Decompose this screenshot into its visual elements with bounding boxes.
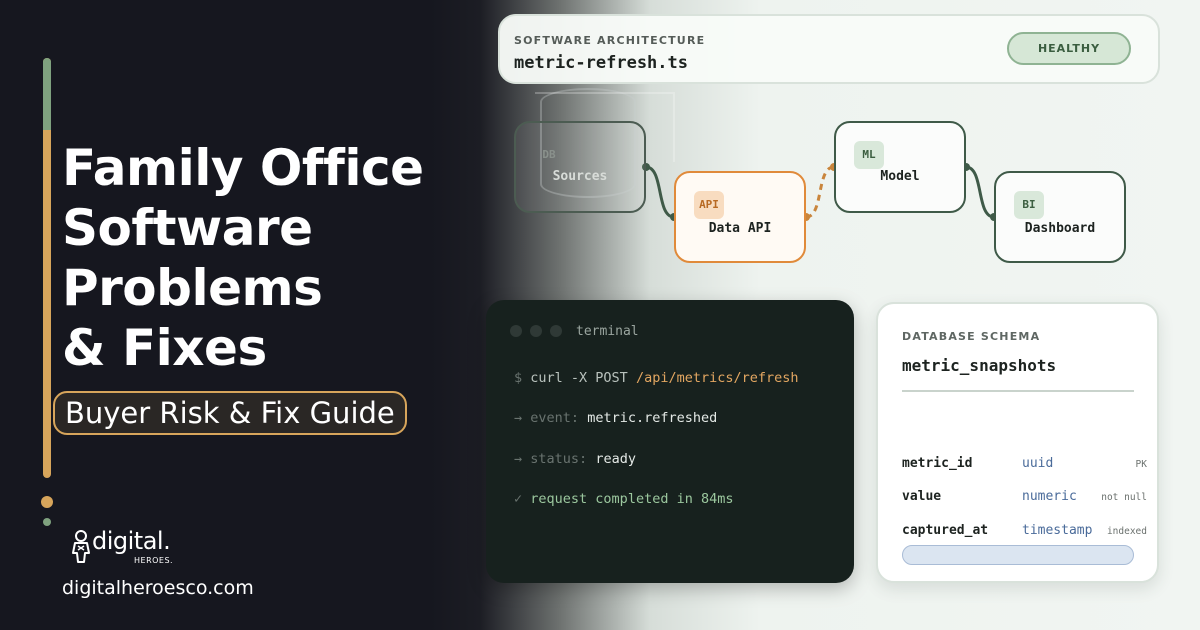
pipeline-node-dashboard[interactable]: BI Dashboard	[994, 171, 1126, 263]
node-tag: DB	[542, 148, 556, 161]
website-url[interactable]: digitalheroesco.com	[62, 576, 254, 600]
logo-subtext: HEROES.	[134, 556, 174, 565]
column-name: captured_at	[902, 523, 989, 538]
terminal-success: request completed in 84ms	[530, 491, 734, 507]
hero-figure-icon	[72, 530, 90, 563]
terminal-endpoint: /api/metrics/refresh	[635, 370, 799, 386]
terminal-title: terminal	[576, 324, 639, 339]
schema-kicker: DATABASE SCHEMA	[902, 330, 1041, 343]
status-badge: HEALTHY	[1007, 32, 1131, 65]
decor-dot-orange	[41, 496, 53, 508]
window-dot-icon	[530, 325, 542, 337]
brand-logo[interactable]: digital. HEROES.	[70, 526, 190, 568]
guide-badge: Buyer Risk & Fix Guide	[53, 391, 407, 435]
schema-row: metric_id uuid PK	[902, 456, 1147, 478]
terminal-value: ready	[595, 451, 636, 467]
node-tag: API	[694, 191, 724, 219]
terminal-line: $ curl -X POST /api/metrics/refresh	[514, 370, 799, 386]
window-dot-icon	[550, 325, 562, 337]
schema-highlight-bar	[902, 545, 1134, 565]
header-kicker: SOFTWARE ARCHITECTURE	[514, 34, 706, 47]
architecture-header-card: SOFTWARE ARCHITECTURE metric-refresh.ts …	[498, 14, 1160, 84]
hero-title-line: Family Office	[62, 139, 424, 197]
pipeline-node-sources[interactable]: DB Sources	[514, 121, 646, 213]
column-constraint: indexed	[1106, 526, 1147, 537]
database-schema-card: DATABASE SCHEMA metric_snapshots metric_…	[876, 302, 1159, 583]
decor-dot-green	[43, 518, 51, 526]
column-name: value	[902, 489, 942, 504]
terminal-command: curl -X POST	[530, 370, 628, 386]
terminal-window: terminal $ curl -X POST /api/metrics/ref…	[486, 300, 854, 583]
pipeline-node-data-api[interactable]: API Data API	[674, 171, 806, 263]
node-tag: ML	[854, 141, 884, 169]
column-type: timestamp	[1022, 523, 1093, 538]
terminal-key: status:	[530, 451, 588, 467]
logo-wordmark: digital.	[92, 527, 171, 555]
schema-table-name: metric_snapshots	[902, 356, 1057, 375]
terminal-value: metric.refreshed	[587, 410, 718, 426]
schema-row: value numeric not null	[902, 489, 1147, 511]
arrow-icon: →	[514, 451, 523, 467]
terminal-line: → event: metric.refreshed	[514, 410, 717, 426]
arrow-icon: →	[514, 410, 523, 426]
hero-title-line: Software	[62, 199, 313, 257]
terminal-line: → status: ready	[514, 451, 636, 467]
column-type: uuid	[1022, 456, 1054, 471]
prompt-symbol: $	[514, 370, 523, 386]
column-name: metric_id	[902, 456, 973, 471]
node-label: Dashboard	[1024, 221, 1096, 236]
accent-bar-top	[43, 58, 51, 130]
column-type: numeric	[1022, 489, 1077, 504]
node-label: Data API	[708, 221, 772, 236]
schema-row: captured_at timestamp indexed	[902, 523, 1147, 545]
node-label: Model	[880, 169, 920, 184]
window-dot-icon	[510, 325, 522, 337]
column-constraint: PK	[1135, 459, 1147, 470]
hero-title-line: Problems	[62, 259, 323, 317]
hero-title: Family Office Software Problems & Fixes	[62, 138, 482, 378]
terminal-line: ✓ request completed in 84ms	[514, 491, 733, 507]
hero-title-line: & Fixes	[62, 319, 267, 377]
node-tag: BI	[1014, 191, 1044, 219]
header-filename: metric-refresh.ts	[514, 53, 688, 73]
column-constraint: not null	[1101, 492, 1147, 503]
check-icon: ✓	[514, 491, 523, 507]
node-label: Sources	[552, 169, 608, 184]
pipeline-node-model[interactable]: ML Model	[834, 121, 966, 213]
terminal-key: event:	[530, 410, 580, 426]
divider	[902, 390, 1134, 392]
